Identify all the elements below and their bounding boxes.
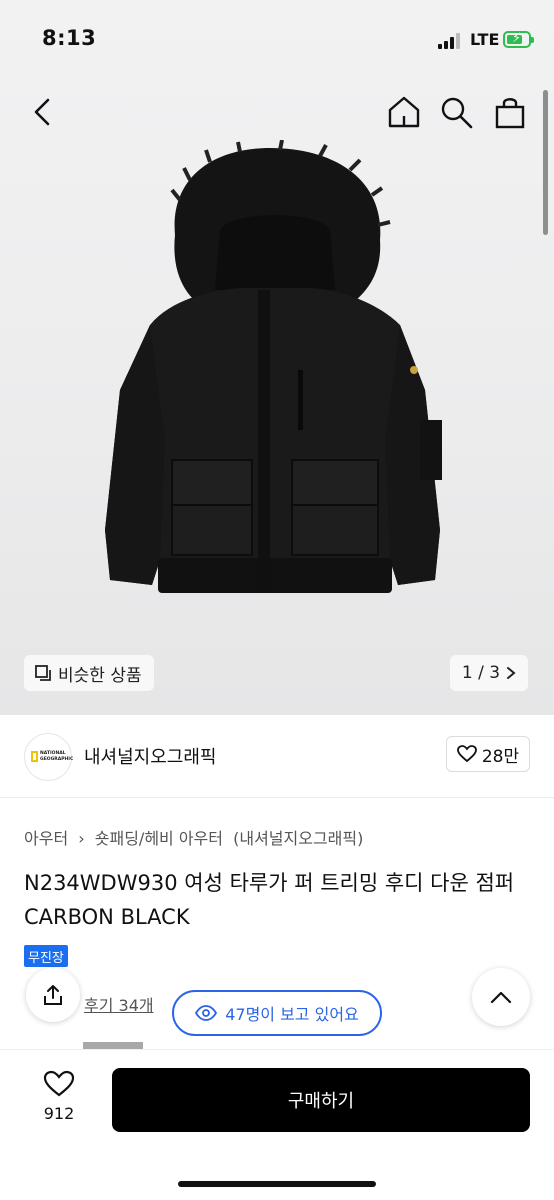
back-button[interactable] bbox=[26, 94, 60, 130]
breadcrumb-category[interactable]: 아우터 bbox=[24, 829, 68, 848]
buy-button[interactable]: 구매하기 bbox=[112, 1068, 530, 1132]
image-pager[interactable]: 1 / 3 bbox=[450, 655, 528, 691]
brand-row: NATIONAL GEOGRAPHIC 내셔널지오그래픽 28만 bbox=[0, 715, 554, 798]
eye-icon bbox=[195, 1005, 218, 1021]
brand-like-button[interactable]: 28만 bbox=[446, 736, 530, 772]
brand-logo[interactable]: NATIONAL GEOGRAPHIC bbox=[24, 733, 73, 781]
share-button[interactable] bbox=[26, 968, 80, 1022]
viewers-badge: 47명이 보고 있어요 bbox=[172, 990, 382, 1036]
bottom-action-bar: 912 구매하기 bbox=[0, 1049, 554, 1200]
chevron-up-icon bbox=[490, 991, 512, 1004]
product-title: N234WDW930 여성 타루가 퍼 트리밍 후디 다운 점퍼 CARBON … bbox=[24, 871, 515, 929]
content-peek bbox=[83, 1042, 143, 1049]
status-time: 8:13 bbox=[42, 26, 97, 50]
scroll-indicator bbox=[543, 90, 548, 235]
home-icon[interactable] bbox=[386, 94, 422, 130]
product-image[interactable] bbox=[80, 139, 470, 610]
network-label: LTE bbox=[470, 30, 500, 49]
battery-icon: ⚡ bbox=[503, 31, 534, 48]
breadcrumb-separator: › bbox=[78, 829, 85, 848]
delivery-badge: 무진장 bbox=[24, 945, 68, 967]
page-indicator: 1 / 3 bbox=[461, 663, 501, 683]
wishlist-button[interactable]: 912 bbox=[36, 1070, 82, 1123]
breadcrumb: 아우터 › 숏패딩/헤비 아우터 (내셔널지오그래픽) bbox=[24, 825, 368, 849]
scroll-top-button[interactable] bbox=[472, 968, 530, 1026]
heart-icon bbox=[43, 1070, 75, 1097]
product-image-gallery[interactable]: 비슷한 상품 1 / 3 bbox=[0, 0, 554, 715]
home-indicator bbox=[178, 1181, 376, 1187]
review-link[interactable]: 후기 34개 bbox=[84, 992, 154, 1016]
heart-icon bbox=[456, 745, 477, 763]
search-icon[interactable] bbox=[438, 94, 474, 130]
chevron-right-icon bbox=[507, 667, 516, 679]
brand-like-count: 28만 bbox=[481, 746, 520, 767]
status-bar: 8:13 LTE ⚡ bbox=[0, 0, 554, 80]
viewers-text: 47명이 보고 있어요 bbox=[225, 1005, 359, 1024]
similar-products-button[interactable]: 비슷한 상품 bbox=[24, 655, 154, 691]
similar-products-label: 비슷한 상품 bbox=[58, 665, 142, 686]
share-icon bbox=[44, 985, 62, 1005]
brand-name[interactable]: 내셔널지오그래픽 bbox=[84, 743, 216, 769]
shopping-bag-icon[interactable] bbox=[492, 94, 528, 130]
copy-icon bbox=[35, 665, 51, 681]
breadcrumb-subcategory[interactable]: 숏패딩/헤비 아우터 bbox=[95, 829, 223, 848]
wishlist-count: 912 bbox=[43, 1104, 75, 1123]
signal-icon bbox=[438, 33, 464, 49]
breadcrumb-brand[interactable]: (내셔널지오그래픽) bbox=[233, 829, 363, 848]
